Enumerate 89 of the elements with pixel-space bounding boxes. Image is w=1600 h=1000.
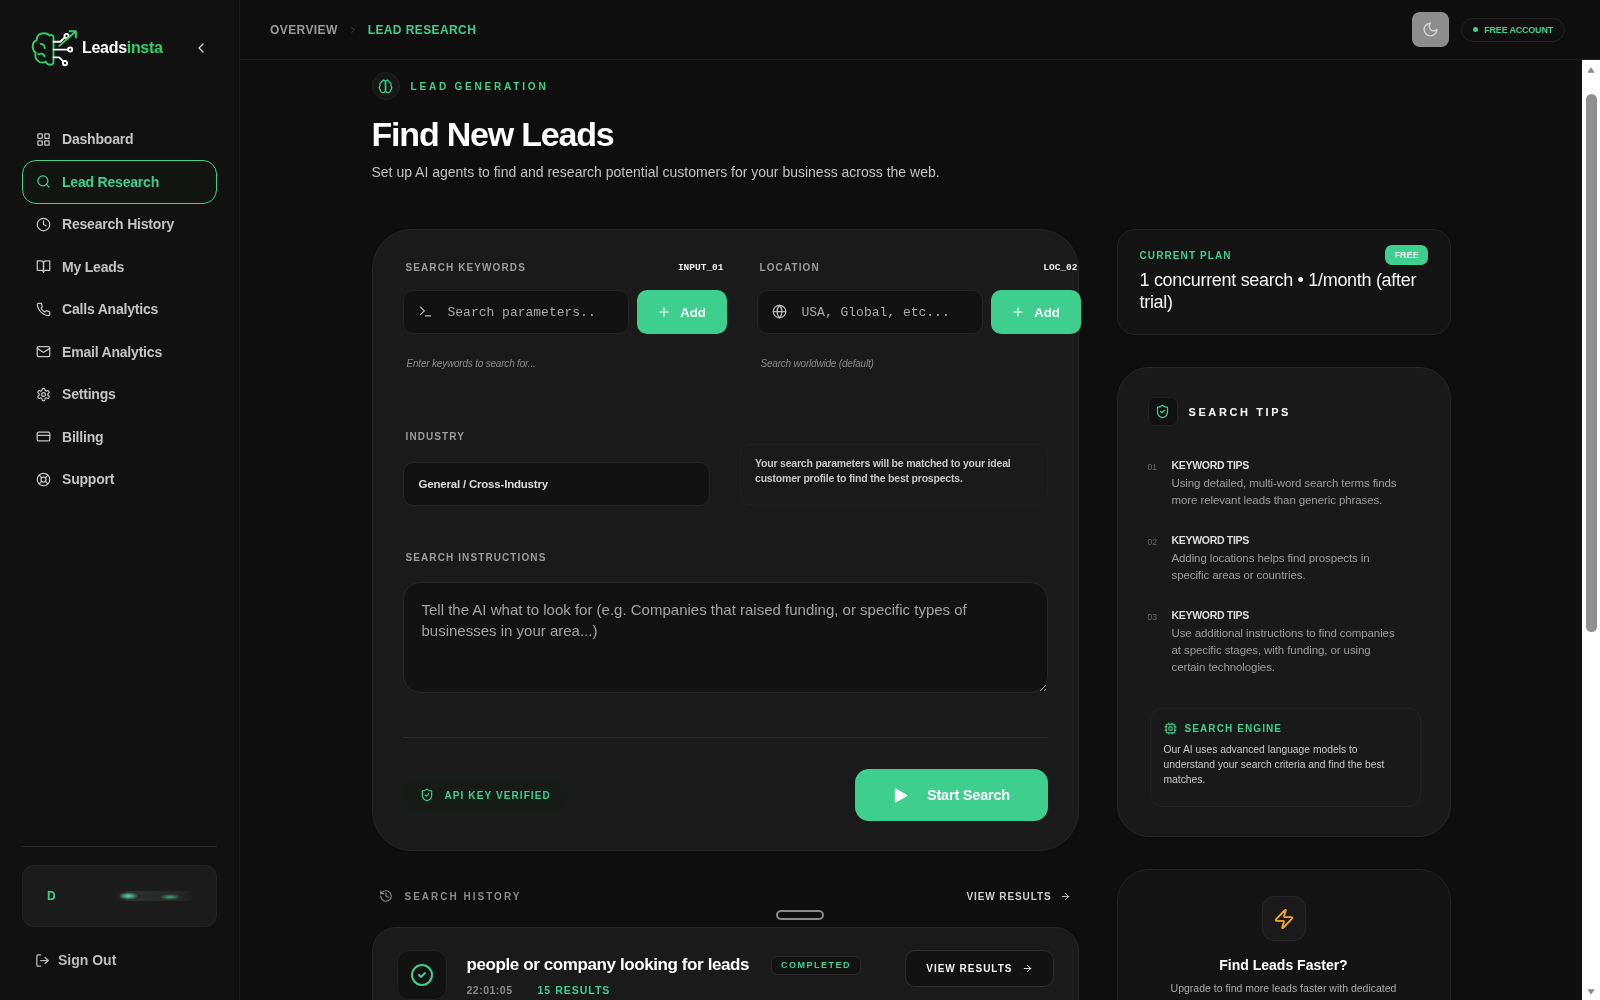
field-code: LOC_02 bbox=[1043, 261, 1078, 273]
breadcrumb-link[interactable]: LEAD RESEARCH bbox=[367, 22, 477, 37]
view-results-link[interactable]: VIEW RESULTS bbox=[966, 890, 1071, 902]
settings-icon bbox=[36, 386, 51, 402]
engine-title: SEARCH ENGINE bbox=[1184, 723, 1283, 734]
log-out-icon bbox=[35, 952, 50, 968]
nav-item[interactable]: Billing bbox=[22, 415, 217, 458]
user-initial: D bbox=[47, 889, 56, 903]
upgrade-title: Find Leads Faster? bbox=[1219, 957, 1348, 973]
shield-check-icon bbox=[1155, 404, 1170, 419]
engine-text: Our AI uses advanced language models to understand your search criteria and find the best matches. bbox=[1163, 743, 1386, 787]
page-title: Find New Leads bbox=[371, 114, 614, 154]
field-label: SEARCH INSTRUCTIONS bbox=[405, 551, 547, 563]
plan-badge: FREE bbox=[1385, 245, 1428, 265]
field-hint: Search worldwide (default) bbox=[759, 358, 874, 370]
cpu-icon bbox=[1163, 722, 1177, 735]
status-badge: COMPLETED bbox=[771, 955, 862, 975]
field-label: INDUSTRY bbox=[405, 430, 466, 442]
phone-icon bbox=[36, 301, 51, 317]
card-title: SEARCH TIPS bbox=[1188, 405, 1292, 418]
search-icon bbox=[36, 174, 51, 189]
instructions-textarea[interactable]: Tell the AI what to look for (e.g. Companies that raised funding, or specific types of businesses in your area...) bbox=[402, 582, 1048, 693]
result-count: 15 RESULTS bbox=[537, 984, 611, 996]
book-icon bbox=[36, 259, 51, 274]
scroll-down-icon bbox=[1586, 988, 1596, 996]
industry-select[interactable]: General / Cross-Industry bbox=[402, 462, 710, 506]
field-label: SEARCH KEYWORDS bbox=[405, 261, 526, 273]
info-note: Your search parameters will be matched to your ideal customer profile to find the best prospects. bbox=[740, 444, 1048, 505]
clock-icon bbox=[36, 216, 51, 232]
nav-item[interactable]: Dashboard bbox=[22, 118, 217, 160]
tip-number: 03 bbox=[1147, 611, 1158, 622]
sign-out-link[interactable]: Sign Out bbox=[22, 942, 217, 978]
api-status-badge: API KEY VERIFIED bbox=[403, 778, 567, 812]
field-code: INPUT_01 bbox=[677, 261, 724, 273]
tip-title: KEYWORD TIPS bbox=[1171, 533, 1249, 547]
lightning-bolt-icon bbox=[1272, 907, 1295, 930]
tip-title: KEYWORD TIPS bbox=[1171, 608, 1249, 622]
nav-item[interactable]: Lead Research bbox=[22, 159, 217, 204]
user-card[interactable]: D bbox=[22, 865, 217, 927]
logo-text: Leadsinsta bbox=[82, 39, 163, 57]
plan-description: 1 concurrent search • 1/month (after trial) bbox=[1139, 269, 1418, 313]
brain-icon bbox=[378, 78, 393, 94]
scrollbar-thumb[interactable] bbox=[1585, 94, 1597, 632]
plus-icon bbox=[1011, 305, 1026, 319]
breadcrumb-link[interactable]: OVERVIEW bbox=[270, 22, 338, 37]
check-circle-icon bbox=[409, 963, 434, 987]
section-title: SEARCH HISTORY bbox=[404, 890, 522, 902]
grid-icon bbox=[36, 131, 51, 147]
field-hint: Enter keywords to search for... bbox=[405, 358, 536, 370]
mail-icon bbox=[36, 344, 51, 359]
nav-item[interactable]: Support bbox=[22, 458, 217, 500]
page-subtitle: Set up AI agents to find and research potential customers for your business across the web. bbox=[371, 163, 940, 182]
tip-text: Using detailed, multi-word search terms finds more relevant leads than generic phrases. bbox=[1171, 476, 1398, 508]
play-icon bbox=[892, 786, 909, 804]
tip-title: KEYWORD TIPS bbox=[1171, 458, 1249, 472]
history-icon bbox=[378, 889, 393, 903]
nav-item[interactable]: Settings bbox=[22, 373, 217, 415]
nav-item[interactable]: Research History bbox=[22, 203, 217, 245]
status-dot-icon bbox=[1473, 27, 1479, 32]
keywords-input[interactable]: Search parameters.. bbox=[402, 290, 629, 334]
lifebuoy-icon bbox=[36, 471, 51, 487]
terminal-prompt-icon bbox=[417, 304, 433, 319]
tip-number: 01 bbox=[1147, 461, 1158, 472]
logo-icon bbox=[30, 29, 78, 67]
shield-check-icon bbox=[419, 788, 434, 802]
credit-card-icon bbox=[36, 429, 51, 444]
account-badge: FREE ACCOUNT bbox=[1461, 17, 1565, 42]
tip-text: Adding locations helps find prospects in specific areas or countries. bbox=[1171, 551, 1371, 583]
arrow-right-icon bbox=[1021, 963, 1033, 974]
nav-item[interactable]: Calls Analytics bbox=[22, 288, 217, 330]
view-results-button[interactable]: VIEW RESULTS bbox=[905, 950, 1054, 987]
plan-label: CURRENT PLAN bbox=[1139, 249, 1232, 261]
location-input[interactable]: USA, Global, etc... bbox=[756, 290, 983, 334]
nav-item[interactable]: My Leads bbox=[22, 245, 217, 288]
theme-toggle-button[interactable] bbox=[1412, 12, 1450, 47]
search-time: 22:01:05 bbox=[466, 984, 513, 996]
tip-text: Use additional instructions to find companies at specific stages, with funding, or using certain technologies. bbox=[1171, 626, 1396, 675]
scroll-up-icon bbox=[1586, 66, 1596, 74]
field-label: LOCATION bbox=[759, 261, 820, 273]
upgrade-text: Upgrade to find more leads faster with dedicated bbox=[1170, 982, 1397, 994]
moon-icon bbox=[1422, 21, 1440, 38]
tip-number: 02 bbox=[1147, 536, 1158, 547]
nav-item[interactable]: Email Analytics bbox=[22, 330, 217, 373]
section-eyebrow: LEAD GENERATION bbox=[410, 80, 549, 92]
plus-icon bbox=[657, 305, 672, 319]
globe-icon bbox=[771, 304, 787, 319]
search-query: people or company looking for leads bbox=[466, 955, 750, 975]
arrow-right-icon bbox=[1059, 890, 1071, 902]
drag-handle[interactable] bbox=[776, 910, 824, 920]
